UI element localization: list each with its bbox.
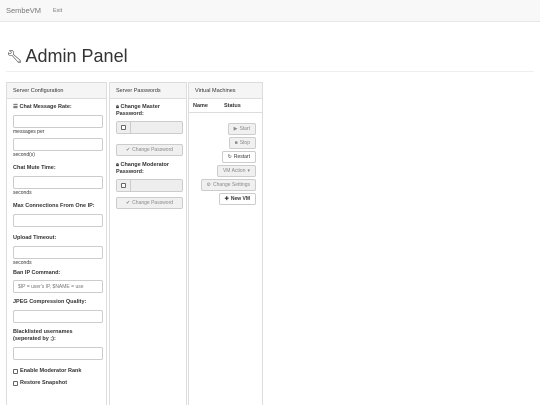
- virtual-machines-panel: Virtual Machines Name Status ▶ Start ■ Sto…: [188, 82, 263, 405]
- jpeg-quality-input[interactable]: [13, 310, 103, 323]
- change-settings-button[interactable]: ⚙ Change Settings: [200, 179, 256, 191]
- new-vm-button[interactable]: ✚ New VM: [218, 193, 256, 205]
- mute-seconds-text: seconds: [13, 190, 32, 196]
- blacklist-label: Blacklisted usernames (seperated by ;):: [13, 329, 73, 342]
- server-config-heading: Server Configuration: [7, 83, 106, 99]
- moderator-password-input[interactable]: [131, 180, 182, 191]
- chat-rate-messages-input[interactable]: [13, 115, 103, 128]
- vm-action-dropdown[interactable]: VM Action ▾: [216, 165, 256, 177]
- restore-snapshot-row[interactable]: Restore Snapshot: [13, 380, 100, 386]
- upload-timeout-input[interactable]: [13, 246, 103, 259]
- vm-col-status: Status: [223, 102, 241, 109]
- server-config-panel: Server Configuration ☰ Chat Message Rate…: [6, 82, 107, 405]
- ban-command-input[interactable]: [13, 280, 103, 293]
- upload-seconds-text: seconds: [13, 260, 32, 266]
- moderator-password-toggle[interactable]: [117, 180, 131, 191]
- check-icon: ✔: [125, 147, 131, 153]
- enable-moderator-checkbox[interactable]: [13, 368, 18, 374]
- lock-icon: 🔒︎: [116, 162, 119, 168]
- page-title: Admin Panel: [25, 46, 128, 66]
- navbar: SembeVM Exit: [0, 0, 540, 22]
- enable-moderator-label: Enable Moderator Rank: [20, 368, 82, 374]
- moderator-password-label: 🔒︎ Change Moderator Password:: [116, 162, 170, 175]
- vm-table-header: Name Status: [189, 99, 262, 113]
- gear-icon: ⚙: [206, 182, 212, 188]
- restart-button[interactable]: ↻ Restart: [221, 151, 256, 163]
- change-master-password-button[interactable]: ✔ Change Password: [116, 144, 183, 156]
- moderator-password-checkbox[interactable]: [121, 183, 126, 188]
- virtual-machines-heading: Virtual Machines: [189, 83, 262, 99]
- moderator-password-group: [116, 179, 183, 192]
- restore-snapshot-label: Restore Snapshot: [20, 380, 68, 386]
- enable-moderator-row[interactable]: Enable Moderator Rank: [13, 368, 100, 374]
- stop-icon: ■: [234, 140, 238, 146]
- start-button[interactable]: ▶ Start: [227, 123, 256, 135]
- check-icon: ✔: [125, 200, 131, 206]
- change-moderator-password-button[interactable]: ✔ Change Password: [116, 197, 183, 209]
- vm-col-name: Name: [193, 102, 208, 109]
- ban-command-label: Ban IP Command:: [13, 270, 61, 276]
- vm-actions: ▶ Start ■ Stop ↻ Restart VM Action ▾ ⚙ Change…: [200, 123, 256, 207]
- max-connections-input[interactable]: [13, 214, 103, 227]
- chat-rate-seconds-input[interactable]: [13, 138, 103, 151]
- plus-icon: ✚: [224, 196, 229, 202]
- master-password-toggle[interactable]: [117, 122, 131, 133]
- mute-time-input[interactable]: [13, 176, 103, 189]
- messages-per-text: messages per: [13, 129, 45, 135]
- upload-timeout-label: Upload Timeout:: [13, 235, 57, 241]
- restore-snapshot-checkbox[interactable]: [13, 380, 18, 386]
- brand-link[interactable]: SembeVM: [6, 6, 41, 15]
- server-passwords-heading: Server Passwords: [110, 83, 186, 99]
- exit-link[interactable]: Exit: [53, 8, 62, 14]
- list-icon: ☰: [13, 104, 18, 110]
- seconds-text: second(s): [13, 152, 35, 158]
- page-header: 🔧︎ Admin Panel: [6, 46, 128, 67]
- mute-time-label: Chat Mute Time:: [13, 165, 56, 171]
- jpeg-quality-label: JPEG Compression Quality:: [13, 299, 87, 305]
- refresh-icon: ↻: [227, 154, 232, 160]
- caret-down-icon: ▾: [247, 168, 250, 174]
- server-passwords-panel: Server Passwords 🔒︎ Change Master Passwo…: [109, 82, 187, 405]
- master-password-checkbox[interactable]: [121, 125, 126, 130]
- lock-icon: 🔒︎: [116, 104, 119, 110]
- stop-button[interactable]: ■ Stop: [228, 137, 256, 149]
- wrench-icon: 🔧︎: [6, 49, 23, 64]
- blacklist-input[interactable]: [13, 347, 103, 360]
- master-password-group: [116, 121, 183, 134]
- master-password-input[interactable]: [131, 122, 182, 133]
- chat-rate-label: ☰ Chat Message Rate:: [13, 104, 72, 110]
- master-password-label: 🔒︎ Change Master Password:: [116, 104, 160, 117]
- title-divider: [6, 71, 534, 72]
- play-icon: ▶: [233, 126, 238, 132]
- max-connections-label: Max Connections From One IP:: [13, 203, 95, 209]
